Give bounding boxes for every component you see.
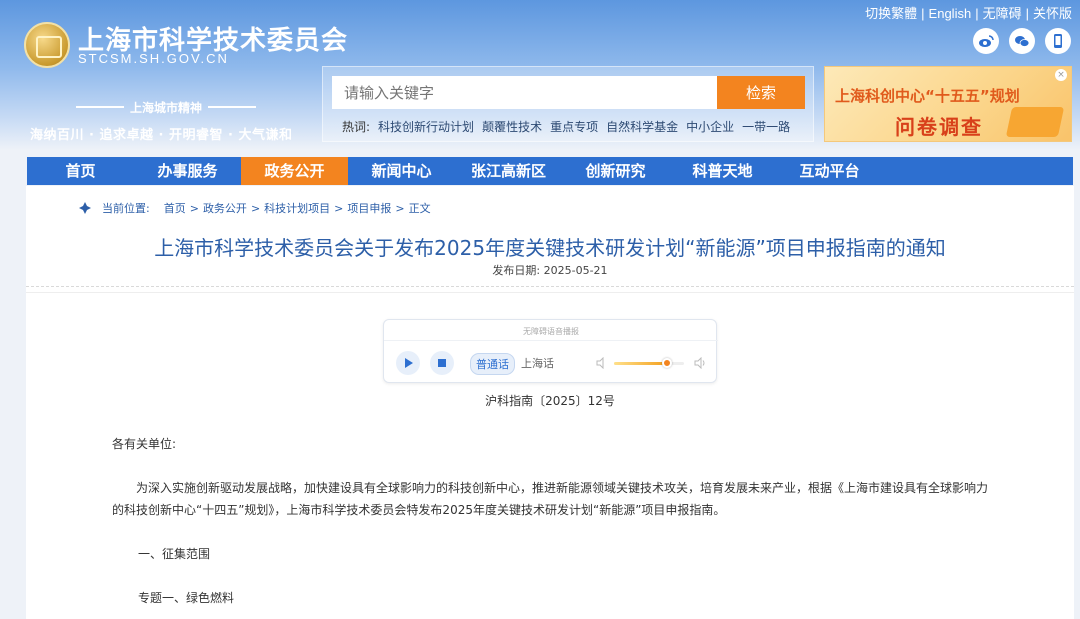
breadcrumb-separator: > xyxy=(395,201,405,215)
location-icon xyxy=(79,202,91,214)
mobile-icon[interactable] xyxy=(1045,28,1071,54)
hot-word[interactable]: 自然科学基金 xyxy=(606,118,678,135)
breadcrumb-item-gov-affairs[interactable]: 政务公开 xyxy=(203,200,247,216)
weibo-icon[interactable] xyxy=(973,28,999,54)
survey-banner[interactable]: 上海科创中心“十五五”规划 问卷调查 × xyxy=(824,66,1072,142)
nav-item-research[interactable]: 创新研究 xyxy=(562,157,669,185)
hot-words-label: 热词: xyxy=(342,120,371,134)
hot-word[interactable]: 科技创新行动计划 xyxy=(378,118,474,135)
lang-shanghainese[interactable]: 上海话 xyxy=(516,353,559,373)
volume-knob[interactable] xyxy=(661,358,672,368)
wechat-icon[interactable] xyxy=(1009,28,1035,54)
city-spirit-text: 海纳百川 · 追求卓越 · 开明睿智 · 大气谦和 xyxy=(30,128,293,143)
breadcrumb-label: 当前位置: xyxy=(102,202,150,215)
link-english[interactable]: English xyxy=(929,6,972,21)
nav-item-services[interactable]: 办事服务 xyxy=(134,157,241,185)
article-title: 上海市科学技术委员会关于发布2025年度关键技术研发计划“新能源”项目申报指南的… xyxy=(154,236,946,260)
divider xyxy=(384,340,718,341)
search-input[interactable] xyxy=(332,76,718,109)
volume-fill xyxy=(614,362,667,365)
play-icon xyxy=(405,358,413,368)
city-spirit-title: 上海城市精神 xyxy=(75,101,257,115)
site-domain: STCSM.SH.GOV.CN xyxy=(78,51,229,66)
hot-word[interactable]: 一带一路 xyxy=(742,118,790,135)
divider xyxy=(26,286,1074,287)
section-heading: 一、征集范围 xyxy=(138,547,211,561)
link-traditional[interactable]: 切换繁體 xyxy=(865,6,917,21)
link-care-mode[interactable]: 关怀版 xyxy=(1033,6,1072,21)
banner-decoration xyxy=(1005,107,1065,137)
hot-words: 热词: 科技创新行动计划 颠覆性技术 重点专项 自然科学基金 中小企业 一带一路 xyxy=(342,118,790,135)
volume-slider[interactable] xyxy=(614,358,684,368)
breadcrumb-item-current: 正文 xyxy=(408,202,431,215)
article-body: 为深入实施创新驱动发展战略，加快建设具有全球影响力的科技创新中心，推进新能源领域… xyxy=(112,481,989,517)
nav-item-news[interactable]: 新闻中心 xyxy=(348,157,455,185)
nav-item-zhangjiang[interactable]: 张江高新区 xyxy=(455,157,562,185)
hot-word[interactable]: 中小企业 xyxy=(686,118,734,135)
nav-item-interaction[interactable]: 互动平台 xyxy=(776,157,883,185)
breadcrumb-separator: > xyxy=(250,201,261,215)
audio-player: 无障碍语音播报 普通话 上海话 xyxy=(383,319,718,383)
hot-word[interactable]: 重点专项 xyxy=(550,118,598,135)
nav-item-science-pop[interactable]: 科普天地 xyxy=(669,157,776,185)
breadcrumb-item-projects[interactable]: 科技计划项目 xyxy=(264,200,330,216)
top-links: 切换繁體 | English | 无障碍 | 关怀版 xyxy=(865,6,1072,21)
stop-button[interactable] xyxy=(430,351,454,375)
breadcrumb-separator: > xyxy=(334,201,344,215)
document-number: 沪科指南〔2025〕12号 xyxy=(485,394,615,408)
main-nav: 首页 办事服务 政务公开 新闻中心 张江高新区 创新研究 科普天地 互动平台 xyxy=(27,157,1073,185)
lang-mandarin[interactable]: 普通话 xyxy=(470,353,515,375)
banner-subtitle: 问卷调查 xyxy=(895,115,983,139)
search-button[interactable]: 检索 xyxy=(717,76,805,109)
topic-heading: 专题一、绿色燃料 xyxy=(138,591,235,605)
volume-up-icon[interactable] xyxy=(694,357,706,369)
breadcrumb-separator: > xyxy=(189,201,199,215)
site-header: 切换繁體 | English | 无障碍 | 关怀版 上海市科学技术委员会 STCSM.SH… xyxy=(0,0,1080,150)
play-button[interactable] xyxy=(396,351,420,375)
player-header: 无障碍语音播报 xyxy=(523,327,579,336)
article-content: 当前位置: 首页 > 政务公开 > 科技计划项目 > 项目申报 > 正文 上海市… xyxy=(26,186,1074,619)
nav-item-gov-affairs[interactable]: 政务公开 xyxy=(241,157,348,185)
nav-item-home[interactable]: 首页 xyxy=(27,157,134,185)
stop-icon xyxy=(438,359,446,367)
publish-date: 发布日期: 2025-05-21 xyxy=(492,264,608,277)
close-icon[interactable]: × xyxy=(1055,69,1067,81)
divider xyxy=(26,292,1074,293)
salutation: 各有关单位: xyxy=(112,437,177,451)
breadcrumb: 当前位置: 首页 > 政务公开 > 科技计划项目 > 项目申报 > 正文 xyxy=(78,200,431,216)
banner-headline: 上海科创中心“十五五”规划 xyxy=(835,87,1020,105)
link-accessibility[interactable]: 无障碍 xyxy=(983,6,1022,21)
volume-down-icon[interactable] xyxy=(596,357,608,369)
emblem-logo[interactable] xyxy=(24,22,70,68)
breadcrumb-item-home[interactable]: 首页 xyxy=(164,200,186,216)
breadcrumb-item-apply[interactable]: 项目申报 xyxy=(347,200,391,216)
hot-word[interactable]: 颠覆性技术 xyxy=(482,118,542,135)
